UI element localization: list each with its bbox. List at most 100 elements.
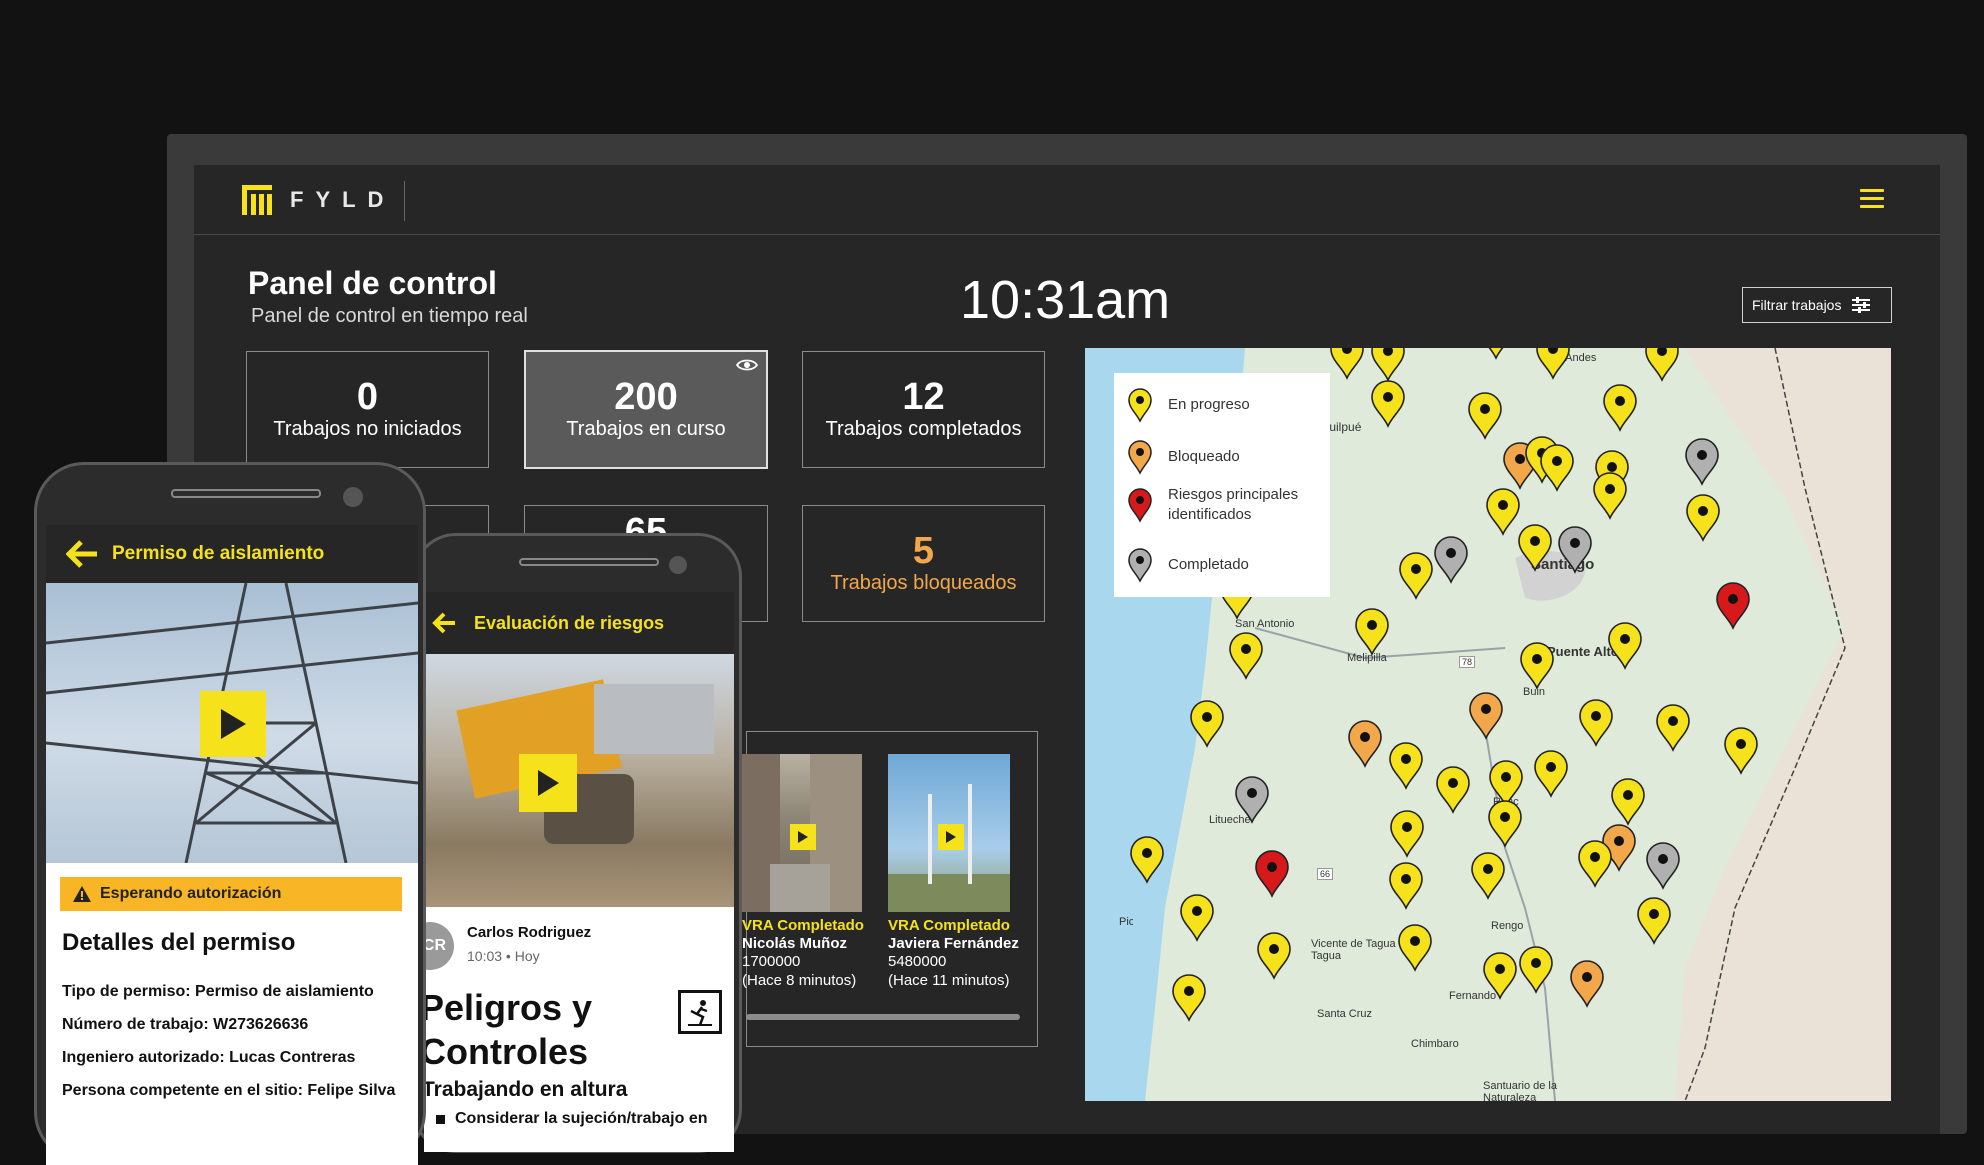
map-pin-icon[interactable] (1466, 392, 1504, 440)
back-arrow-icon[interactable] (432, 612, 456, 634)
map-pin-icon[interactable] (1388, 810, 1426, 858)
vra-thumbnail-wind[interactable] (888, 754, 1010, 912)
map-pin-icon[interactable] (1591, 472, 1629, 520)
map-legend: En progreso Bloqueado Riesgos principale… (1114, 373, 1330, 597)
map-pin-icon[interactable] (1396, 924, 1434, 972)
page-subtitle: Panel de control en tiempo real (251, 305, 528, 327)
map-pin-icon[interactable] (1534, 348, 1572, 380)
map-pin-icon[interactable] (1170, 974, 1208, 1022)
hazard-heading-line: Peligros y (424, 987, 593, 1028)
map-pin-icon[interactable] (1714, 582, 1752, 630)
pin-grey-icon (1128, 548, 1152, 583)
map-pin-icon[interactable] (1128, 836, 1166, 884)
map-pin-icon[interactable] (1517, 946, 1555, 994)
bullet-item: Considerar la sujeción/trabajo en (436, 1110, 708, 1128)
legend-label: En progreso (1168, 395, 1250, 413)
avatar-initials: CR (424, 937, 446, 954)
phone-2-screen: Evaluación de riesgos CR Carlos Rodrigue… (424, 592, 734, 1152)
map-pin-icon[interactable] (1684, 494, 1722, 542)
vra-feed-scrollbar[interactable] (746, 1014, 1020, 1020)
vra-thumbnail-street[interactable] (740, 754, 862, 912)
legend-item-in-progress: En progreso (1126, 387, 1250, 423)
map-pin-icon[interactable] (1434, 766, 1472, 814)
hamburger-menu-icon[interactable] (1860, 189, 1884, 209)
map-pin-icon[interactable] (1556, 526, 1594, 574)
stat-value: 5 (912, 530, 935, 573)
map-pin-icon[interactable] (1481, 952, 1519, 1000)
map-pin-icon[interactable] (1532, 750, 1570, 798)
stat-card-blocked[interactable]: 5 Trabajos bloqueados (802, 505, 1045, 622)
map-pin-icon[interactable] (1683, 438, 1721, 486)
map-pin-icon[interactable] (1328, 348, 1366, 380)
vra-id: 5480000 (888, 953, 947, 971)
phone-camera (669, 556, 687, 574)
map-pin-icon[interactable] (1397, 552, 1435, 600)
stat-card-not-started[interactable]: 0 Trabajos no iniciados (246, 351, 489, 468)
map-pin-icon[interactable] (1346, 720, 1384, 768)
map-pin-icon[interactable] (1577, 699, 1615, 747)
vra-name: Nicolás Muñoz (742, 935, 848, 952)
screen-title: Evaluación de riesgos (474, 612, 665, 633)
map-pin-icon[interactable] (1576, 840, 1614, 888)
map-pin-icon[interactable] (1486, 800, 1524, 848)
map-pin-icon[interactable] (1606, 622, 1644, 670)
map-pin-icon[interactable] (1477, 348, 1515, 360)
jobs-map[interactable]: Los Andes Quilpué Santiago San Antonio M… (1085, 348, 1891, 1101)
section-title: Trabajando en altura (424, 1078, 628, 1101)
play-icon[interactable] (200, 691, 266, 757)
map-pin-icon[interactable] (1387, 862, 1425, 910)
filter-jobs-button[interactable]: Filtrar trabajos (1742, 287, 1892, 323)
map-pin-icon[interactable] (1188, 700, 1226, 748)
play-icon[interactable] (519, 754, 577, 812)
vra-ago: (Hace 11 minutos) (888, 971, 1010, 989)
phone-speaker (519, 558, 659, 566)
map-pin-icon[interactable] (1369, 380, 1407, 428)
map-pin-icon[interactable] (1353, 608, 1391, 656)
map-pin-icon[interactable] (1233, 776, 1271, 824)
back-arrow-icon[interactable] (66, 540, 98, 568)
video-excavator[interactable] (424, 654, 734, 907)
filter-jobs-label: Filtrar trabajos (1752, 297, 1842, 313)
stat-value: 200 (614, 376, 678, 419)
map-pin-icon[interactable] (1722, 727, 1760, 775)
map-pin-icon[interactable] (1654, 704, 1692, 752)
hazard-heading: Peligros y Controles (424, 986, 592, 1074)
map-pin-icon[interactable] (1469, 852, 1507, 900)
map-pin-icon[interactable] (1432, 536, 1470, 584)
map-pin-icon[interactable] (1516, 524, 1554, 572)
top-bar: FYLD (194, 165, 1940, 235)
map-pin-icon[interactable] (1387, 742, 1425, 790)
permit-detail-line: Número de trabajo: W273626636 (62, 1016, 309, 1033)
phone-1-screen: Permiso de aislamiento Esperando autoriz… (46, 525, 418, 1165)
map-pin-icon[interactable] (1538, 444, 1576, 492)
map-pin-icon[interactable] (1467, 692, 1505, 740)
legend-label: Completado (1168, 555, 1249, 573)
map-pin-icon[interactable] (1518, 642, 1556, 690)
permit-details-heading: Detalles del permiso (62, 929, 296, 956)
map-pin-icon[interactable] (1609, 778, 1647, 826)
play-icon[interactable] (790, 824, 816, 850)
map-pin-icon[interactable] (1253, 850, 1291, 898)
stat-value: 0 (356, 376, 379, 419)
map-pin-icon[interactable] (1644, 842, 1682, 890)
play-icon[interactable] (938, 824, 964, 850)
legend-label: Riesgos principales identificados (1168, 486, 1299, 524)
map-pin-icon[interactable] (1643, 348, 1681, 382)
map-pin-icon[interactable] (1601, 384, 1639, 432)
vra-name: Javiera Fernández (888, 935, 1019, 952)
brand-logo[interactable]: FYLD (242, 185, 395, 215)
stat-card-in-progress[interactable]: 200 Trabajos en curso (524, 350, 768, 469)
map-pin-icon[interactable] (1178, 894, 1216, 942)
map-pin-icon[interactable] (1255, 932, 1293, 980)
map-pin-icon[interactable] (1369, 348, 1407, 382)
map-pin-icon[interactable] (1635, 897, 1673, 945)
vra-ago: (Hace 8 minutos) (742, 971, 857, 989)
stat-card-completed[interactable]: 12 Trabajos completados (802, 351, 1045, 468)
video-power-line[interactable] (46, 583, 418, 863)
map-pin-icon[interactable] (1568, 960, 1606, 1008)
legend-item-blocked: Bloqueado (1126, 439, 1240, 475)
pin-red-icon (1128, 488, 1152, 523)
fyld-logo-icon (242, 185, 272, 215)
map-pin-icon[interactable] (1227, 632, 1265, 680)
bullet-square (436, 1114, 445, 1124)
